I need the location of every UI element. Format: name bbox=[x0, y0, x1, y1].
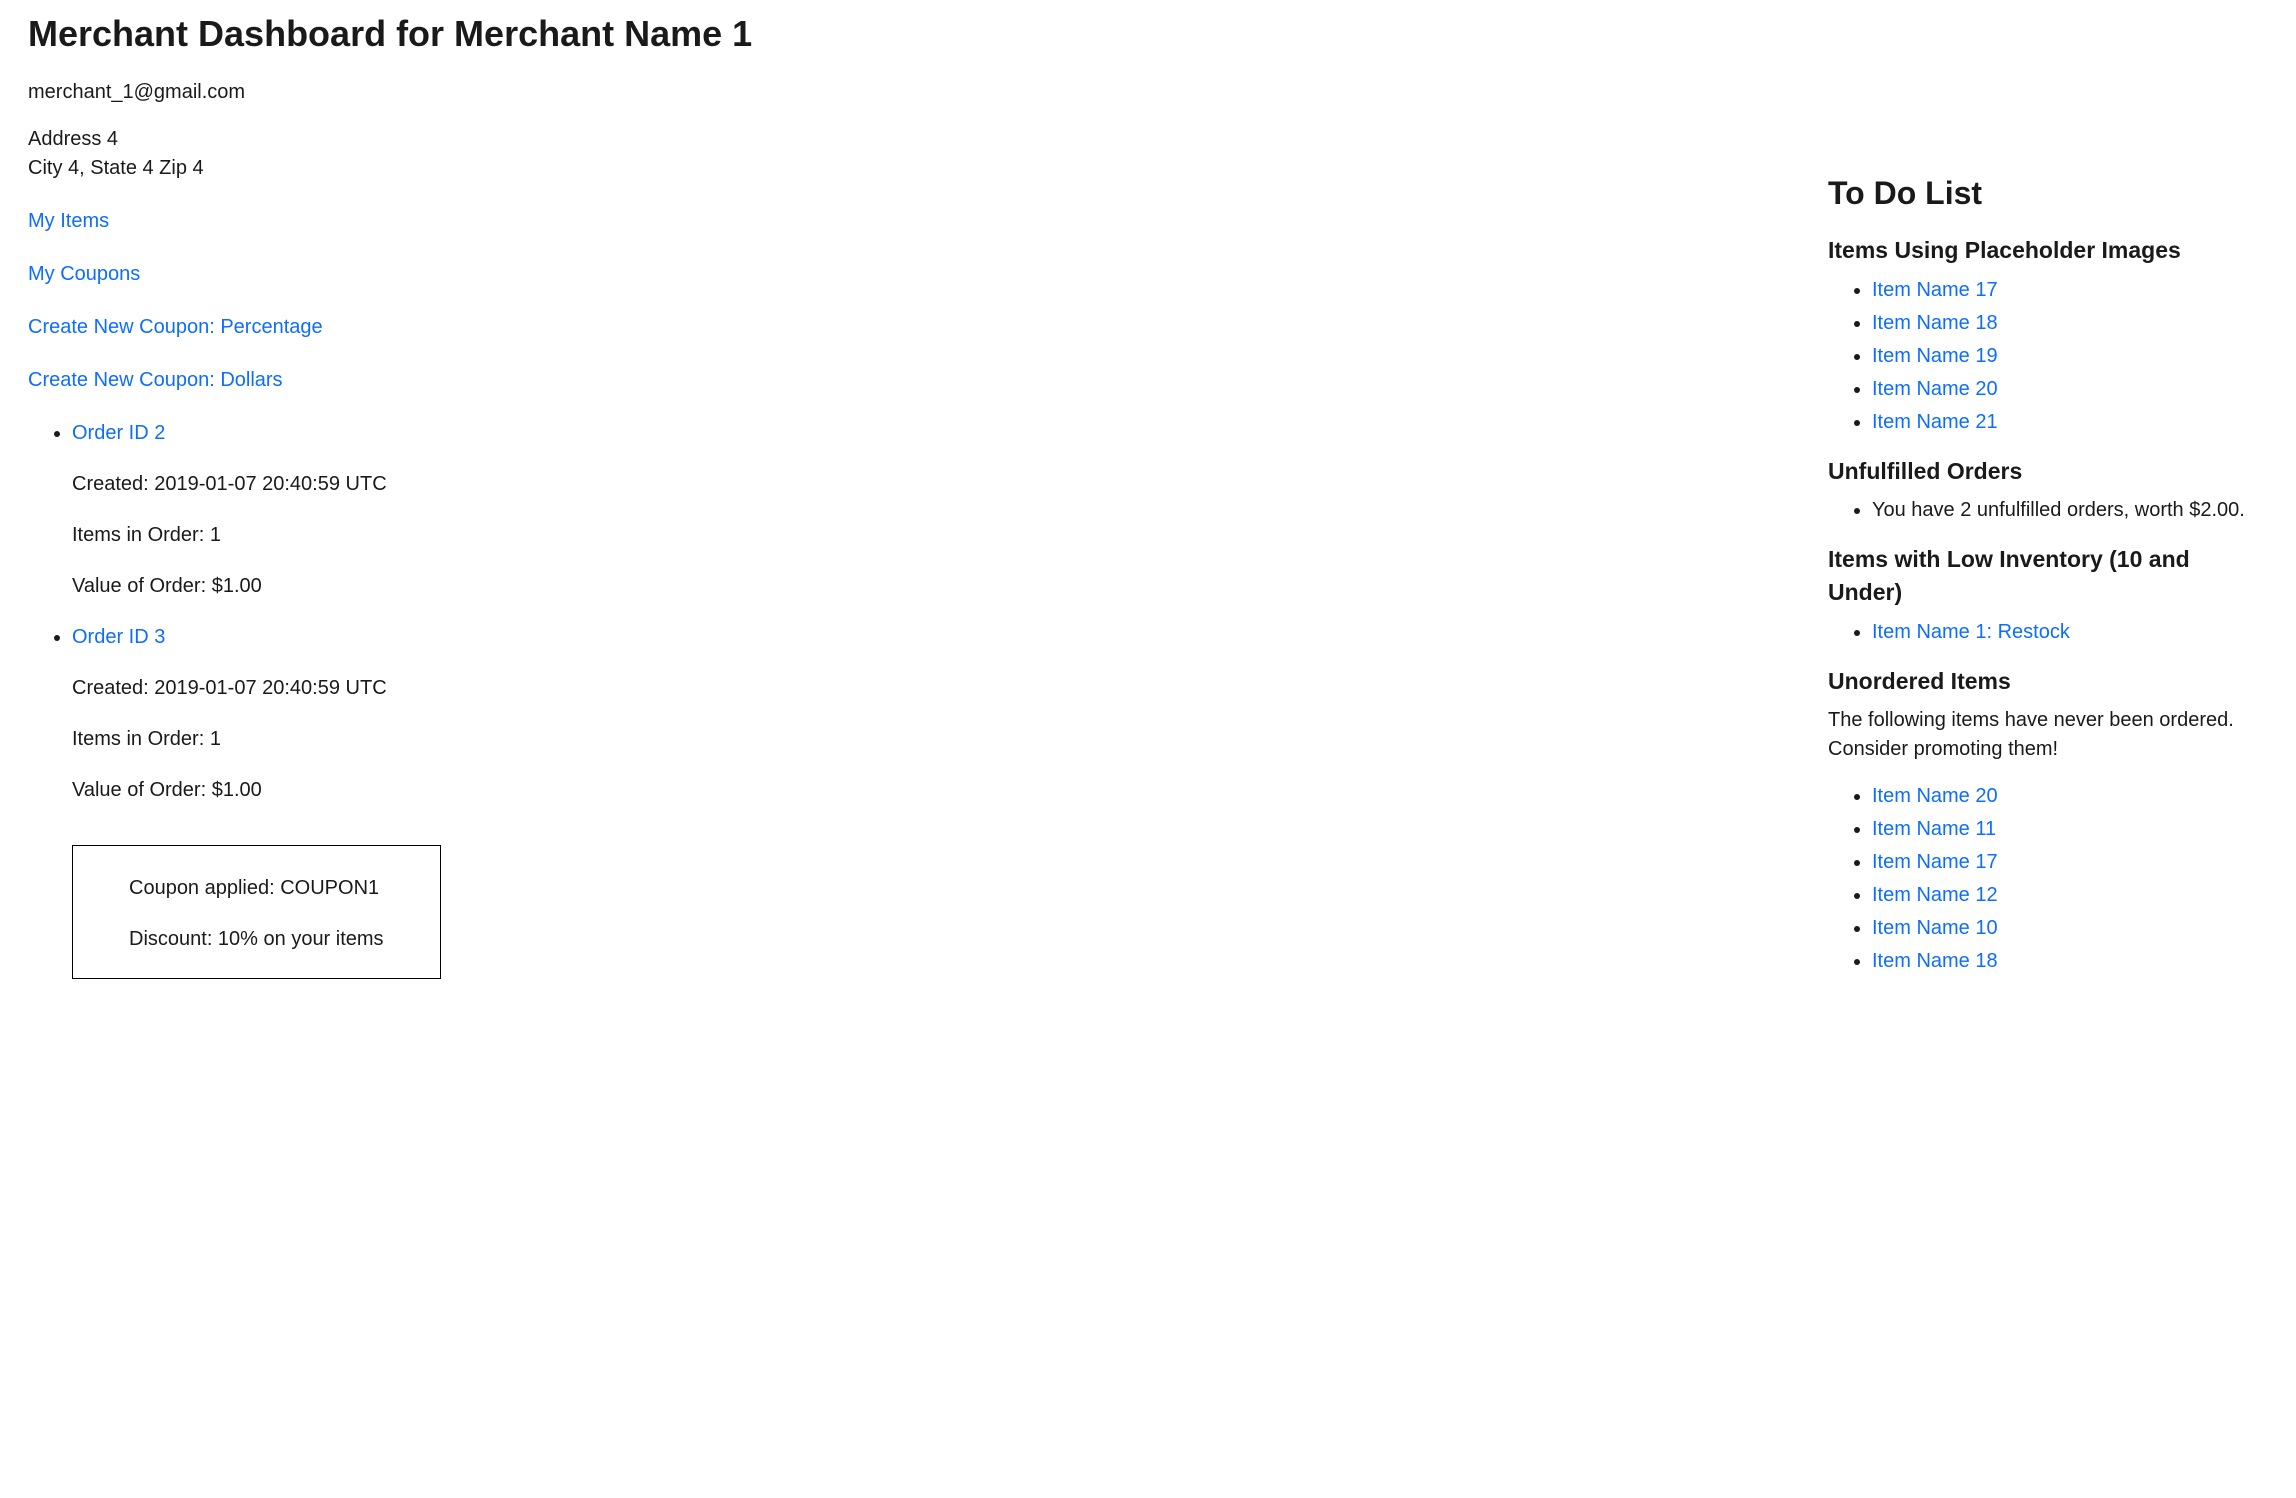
placeholder-item-link[interactable]: Item Name 19 bbox=[1872, 345, 1998, 367]
my-items-link[interactable]: My Items bbox=[28, 210, 109, 232]
merchant-address: Address 4 City 4, State 4 Zip 4 bbox=[28, 125, 1788, 183]
low-inventory-item: Item Name 1: Restock bbox=[1872, 618, 2268, 647]
order-link[interactable]: Order ID 2 bbox=[72, 422, 165, 444]
placeholder-item: Item Name 19 bbox=[1872, 342, 2268, 371]
unordered-item-link[interactable]: Item Name 12 bbox=[1872, 884, 1998, 906]
unordered-item-link[interactable]: Item Name 10 bbox=[1872, 917, 1998, 939]
coupon-discount: Discount: 10% on your items bbox=[129, 925, 384, 954]
unordered-item: Item Name 10 bbox=[1872, 914, 2268, 943]
low-inventory-list: Item Name 1: Restock bbox=[1828, 618, 2268, 647]
low-inventory-heading: Items with Low Inventory (10 and Under) bbox=[1828, 543, 2268, 610]
unordered-item-link[interactable]: Item Name 20 bbox=[1872, 785, 1998, 807]
placeholder-item: Item Name 17 bbox=[1872, 276, 2268, 305]
placeholder-item: Item Name 18 bbox=[1872, 309, 2268, 338]
placeholder-item: Item Name 21 bbox=[1872, 408, 2268, 437]
unfulfilled-orders-text: You have 2 unfulfilled orders, worth $2.… bbox=[1872, 496, 2268, 525]
order-value: Value of Order: $1.00 bbox=[72, 572, 1788, 601]
order-value: Value of Order: $1.00 bbox=[72, 776, 1788, 805]
unordered-item-link[interactable]: Item Name 11 bbox=[1872, 818, 1996, 840]
unordered-item: Item Name 20 bbox=[1872, 782, 2268, 811]
placeholder-images-heading: Items Using Placeholder Images bbox=[1828, 234, 2268, 267]
todo-title: To Do List bbox=[1828, 170, 2268, 216]
merchant-email: merchant_1@gmail.com bbox=[28, 78, 1788, 107]
orders-list: Order ID 2 Created: 2019-01-07 20:40:59 U… bbox=[28, 419, 1788, 979]
page-title: Merchant Dashboard for Merchant Name 1 bbox=[28, 8, 1788, 60]
unfulfilled-orders-list: You have 2 unfulfilled orders, worth $2.… bbox=[1828, 496, 2268, 525]
placeholder-item-link[interactable]: Item Name 20 bbox=[1872, 378, 1998, 400]
create-coupon-dollars-link[interactable]: Create New Coupon: Dollars bbox=[28, 369, 283, 391]
placeholder-item-link[interactable]: Item Name 21 bbox=[1872, 411, 1998, 433]
unordered-item: Item Name 17 bbox=[1872, 848, 2268, 877]
create-coupon-percentage-link[interactable]: Create New Coupon: Percentage bbox=[28, 316, 323, 338]
order-item: Order ID 2 Created: 2019-01-07 20:40:59 U… bbox=[72, 419, 1788, 601]
placeholder-item-link[interactable]: Item Name 17 bbox=[1872, 279, 1998, 301]
placeholder-item: Item Name 20 bbox=[1872, 375, 2268, 404]
address-line1: Address 4 bbox=[28, 125, 1788, 154]
coupon-box: Coupon applied: COUPON1 Discount: 10% on … bbox=[72, 845, 441, 979]
my-coupons-link[interactable]: My Coupons bbox=[28, 263, 140, 285]
placeholder-item-link[interactable]: Item Name 18 bbox=[1872, 312, 1998, 334]
coupon-applied: Coupon applied: COUPON1 bbox=[129, 874, 384, 903]
unordered-items-heading: Unordered Items bbox=[1828, 665, 2268, 698]
order-created: Created: 2019-01-07 20:40:59 UTC bbox=[72, 470, 1788, 499]
unordered-item-link[interactable]: Item Name 17 bbox=[1872, 851, 1998, 873]
order-items-count: Items in Order: 1 bbox=[72, 521, 1788, 550]
order-items-count: Items in Order: 1 bbox=[72, 725, 1788, 754]
unordered-item: Item Name 18 bbox=[1872, 947, 2268, 976]
placeholder-images-list: Item Name 17 Item Name 18 Item Name 19 Item… bbox=[1828, 276, 2268, 437]
unordered-item: Item Name 12 bbox=[1872, 881, 2268, 910]
unordered-item: Item Name 11 bbox=[1872, 815, 2268, 844]
order-created: Created: 2019-01-07 20:40:59 UTC bbox=[72, 674, 1788, 703]
address-line2: City 4, State 4 Zip 4 bbox=[28, 154, 1788, 183]
order-item: Order ID 3 Created: 2019-01-07 20:40:59 U… bbox=[72, 623, 1788, 979]
unfulfilled-orders-heading: Unfulfilled Orders bbox=[1828, 455, 2268, 488]
unordered-item-link[interactable]: Item Name 18 bbox=[1872, 950, 1998, 972]
unordered-items-text: The following items have never been orde… bbox=[1828, 706, 2268, 764]
low-inventory-item-link[interactable]: Item Name 1: Restock bbox=[1872, 621, 2070, 643]
order-link[interactable]: Order ID 3 bbox=[72, 626, 165, 648]
unordered-items-list: Item Name 20 Item Name 11 Item Name 17 Item… bbox=[1828, 782, 2268, 976]
